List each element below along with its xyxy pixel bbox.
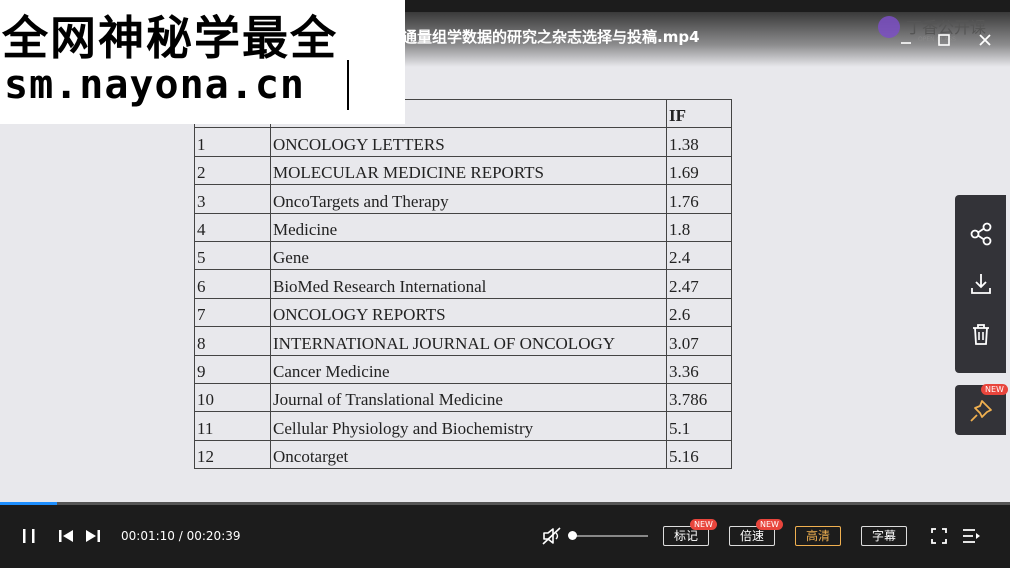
row-number: 2 (194, 155, 271, 186)
previous-icon (59, 530, 73, 542)
delete-icon[interactable] (968, 321, 994, 347)
row-journal: Oncotarget (270, 439, 667, 470)
row-journal: Cellular Physiology and Biochemistry (270, 411, 667, 441)
row-number: 1 (194, 127, 271, 157)
volume-slider[interactable] (572, 535, 648, 537)
fullscreen-icon (931, 528, 947, 544)
pause-icon (23, 529, 35, 543)
table-row: 2 MOLECULAR MEDICINE REPORTS 1.69 (194, 155, 732, 186)
pin-new-badge: NEW (981, 384, 1008, 395)
pin-panel[interactable]: NEW (955, 384, 1008, 435)
row-journal: ONCOLOGY REPORTS (270, 297, 667, 328)
player-controls: 00:01:10 / 00:20:39 标记 NEW 倍速 NEW 高清 字幕 (0, 505, 1010, 568)
row-number: 12 (194, 439, 271, 470)
time-separator: / (178, 529, 183, 543)
row-journal: ONCOLOGY LETTERS (270, 127, 667, 157)
close-button[interactable] (975, 32, 995, 52)
subtitle-button[interactable]: 字幕 (861, 526, 907, 546)
download-icon[interactable] (968, 271, 994, 297)
row-journal: Medicine (270, 212, 667, 242)
journal-table: 序号 杂志 IF 1ONCOLOGY LETTERS1.382MOLECULAR… (194, 98, 732, 470)
row-journal: BioMed Research International (270, 269, 667, 299)
table-row: 1 ONCOLOGY LETTERS 1.38 (194, 127, 732, 157)
watermark: 全网神秘学最全 sm.nayona.cn (0, 0, 405, 124)
header-if: IF (666, 98, 732, 129)
minimize-icon (901, 42, 911, 44)
row-number: 5 (194, 240, 271, 271)
row-number: 4 (194, 212, 271, 242)
row-if: 2.6 (666, 297, 732, 328)
row-if: 5.1 (666, 411, 732, 441)
close-icon (979, 34, 991, 46)
row-number: 6 (194, 269, 271, 299)
row-journal: Cancer Medicine (270, 354, 667, 384)
next-icon (86, 530, 100, 542)
table-row: 3 OncoTargets and Therapy 1.76 (194, 184, 732, 214)
row-if: 3.07 (666, 326, 732, 356)
table-body: 1 ONCOLOGY LETTERS 1.38 2 MOLECULAR MEDICINE… (194, 127, 732, 470)
row-if: 1.38 (666, 127, 732, 157)
mark-label: 标记 (673, 529, 698, 543)
quality-label: 高清 (805, 529, 830, 543)
side-panel (955, 195, 1006, 373)
row-number: 8 (194, 326, 271, 356)
minimize-button[interactable] (896, 32, 916, 52)
row-journal: Journal of Translational Medicine (270, 382, 667, 413)
row-if: 3.786 (666, 382, 732, 413)
row-if: 2.47 (666, 269, 732, 299)
row-journal: INTERNATIONAL JOURNAL OF ONCOLOGY (270, 326, 667, 356)
mute-button[interactable] (541, 526, 563, 550)
current-time: 00:01:10 (121, 529, 175, 543)
total-time: 00:20:39 (186, 529, 241, 543)
speed-label: 倍速 (739, 529, 764, 543)
row-number: 10 (194, 382, 271, 413)
row-if: 5.16 (666, 439, 732, 470)
watermark-line2: sm.nayona.cn (4, 62, 305, 108)
table-row: 12 Oncotarget 5.16 (194, 439, 732, 470)
table-row: 8 INTERNATIONAL JOURNAL OF ONCOLOGY 3.07 (194, 326, 732, 356)
speed-new-badge: NEW (756, 519, 783, 530)
fullscreen-button[interactable] (930, 527, 948, 549)
row-number: 11 (194, 411, 271, 441)
row-if: 1.69 (666, 155, 732, 186)
next-button[interactable] (84, 527, 102, 549)
row-journal: OncoTargets and Therapy (270, 184, 667, 214)
previous-button[interactable] (57, 527, 75, 549)
row-journal: MOLECULAR MEDICINE REPORTS (270, 155, 667, 186)
table-row: 6 BioMed Research International 2.47 (194, 269, 732, 299)
row-number: 7 (194, 297, 271, 328)
table-row: 9 Cancer Medicine 3.36 (194, 354, 732, 384)
table-row: 11 Cellular Physiology and Biochemistry 5.… (194, 411, 732, 441)
row-number: 3 (194, 184, 271, 214)
row-if: 2.4 (666, 240, 732, 271)
muted-speaker-icon (542, 527, 561, 545)
row-if: 3.36 (666, 354, 732, 384)
quality-button[interactable]: 高清 (795, 526, 841, 546)
watermark-line1: 全网神秘学最全 (2, 11, 338, 65)
table-row: 5 Gene 2.4 (194, 240, 732, 271)
table-row: 10 Journal of Translational Medicine 3.786 (194, 382, 732, 413)
share-icon[interactable] (968, 221, 994, 247)
mark-new-badge: NEW (690, 519, 717, 530)
text-cursor (347, 60, 349, 110)
pin-icon[interactable] (968, 398, 994, 424)
playlist-button[interactable] (961, 527, 981, 549)
time-display: 00:01:10 / 00:20:39 (121, 529, 241, 543)
brand-logo: 丁香公开课 OPEN CLASS (878, 14, 988, 54)
maximize-icon (938, 34, 950, 46)
maximize-button[interactable] (934, 32, 954, 52)
speed-button[interactable]: 倍速 NEW (729, 519, 783, 546)
subtitle-label: 字幕 (871, 529, 896, 543)
table-row: 4 Medicine 1.8 (194, 212, 732, 242)
row-journal: Gene (270, 240, 667, 271)
volume-handle[interactable] (568, 531, 577, 540)
row-if: 1.8 (666, 212, 732, 242)
video-title: 通量组学数据的研究之杂志选择与投稿.mp4 (402, 28, 700, 46)
table-row: 7 ONCOLOGY REPORTS 2.6 (194, 297, 732, 328)
row-number: 9 (194, 354, 271, 384)
pause-button[interactable] (20, 527, 38, 549)
playlist-icon (963, 529, 980, 543)
row-if: 1.76 (666, 184, 732, 214)
mark-button[interactable]: 标记 NEW (663, 519, 717, 546)
